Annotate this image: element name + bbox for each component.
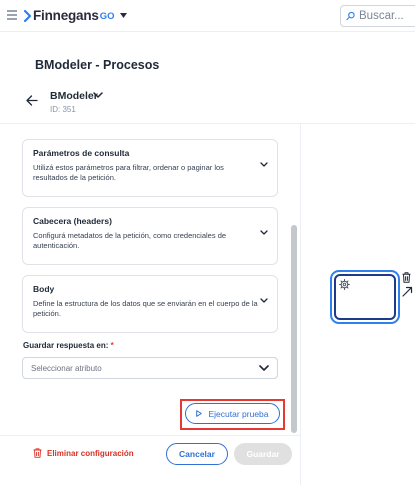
hamburger-menu-icon[interactable] xyxy=(7,10,17,20)
execute-test-button[interactable]: Ejecutar prueba xyxy=(185,403,280,424)
save-button[interactable]: Guardar xyxy=(234,443,292,465)
chevron-down-icon[interactable] xyxy=(259,365,269,371)
module-name[interactable]: BModeler xyxy=(50,90,98,102)
response-field-label-text: Guardar respuesta en: xyxy=(23,341,109,350)
connect-arrow-icon[interactable] xyxy=(402,286,413,297)
card-description: Utilizá estos parámetros para filtrar, o… xyxy=(33,163,224,182)
top-bar: Finnegans GO xyxy=(0,0,415,32)
footer-divider xyxy=(0,435,300,436)
card-query-params[interactable]: Parámetros de consulta Utilizá estos par… xyxy=(22,139,278,197)
module-id: ID: 351 xyxy=(50,105,76,114)
chevron-down-icon[interactable] xyxy=(93,92,103,98)
chevron-down-icon[interactable] xyxy=(260,298,268,303)
bpmn-task-node[interactable] xyxy=(330,270,400,324)
chevron-down-icon[interactable] xyxy=(119,13,127,18)
play-icon xyxy=(196,410,203,417)
search-box[interactable] xyxy=(340,5,415,27)
app-logo[interactable]: Finnegans GO xyxy=(24,8,127,23)
gear-icon xyxy=(339,279,350,290)
panel-scrollbar[interactable] xyxy=(291,225,297,433)
logo-suffix: GO xyxy=(99,11,115,22)
response-field-label: Guardar respuesta en: * xyxy=(23,341,114,350)
select-placeholder: Seleccionar atributo xyxy=(31,363,102,373)
cancel-button[interactable]: Cancelar xyxy=(166,443,228,465)
card-title: Parámetros de consulta xyxy=(33,148,130,158)
card-description: Define la estructura de los datos que se… xyxy=(33,299,258,318)
chevron-down-icon[interactable] xyxy=(260,162,268,167)
chevron-down-icon[interactable] xyxy=(260,230,268,235)
header-divider xyxy=(0,123,415,124)
card-body[interactable]: Body Define la estructura de los datos q… xyxy=(22,275,278,333)
search-icon xyxy=(346,11,355,21)
delete-configuration-button[interactable]: Eliminar configuración xyxy=(33,448,134,458)
panel-divider xyxy=(300,123,301,485)
logo-chevron-icon xyxy=(24,9,32,22)
execute-test-label: Ejecutar prueba xyxy=(208,408,269,419)
search-input[interactable] xyxy=(359,10,415,22)
card-title: Cabecera (headers) xyxy=(33,216,112,226)
back-arrow-icon[interactable] xyxy=(26,95,38,106)
trash-icon xyxy=(33,448,42,458)
card-title: Body xyxy=(33,284,55,294)
response-attribute-select[interactable]: Seleccionar atributo xyxy=(22,357,278,379)
bpmn-task-body[interactable] xyxy=(334,274,396,320)
trash-icon[interactable] xyxy=(402,272,411,283)
delete-configuration-label: Eliminar configuración xyxy=(47,448,134,458)
card-headers[interactable]: Cabecera (headers) Configurá metadatos d… xyxy=(22,207,278,265)
logo-text: Finnegans xyxy=(33,8,99,23)
card-description: Configurá metadatos de la petición, como… xyxy=(33,231,227,250)
required-mark: * xyxy=(110,341,114,350)
page-title: BModeler - Procesos xyxy=(35,58,160,72)
